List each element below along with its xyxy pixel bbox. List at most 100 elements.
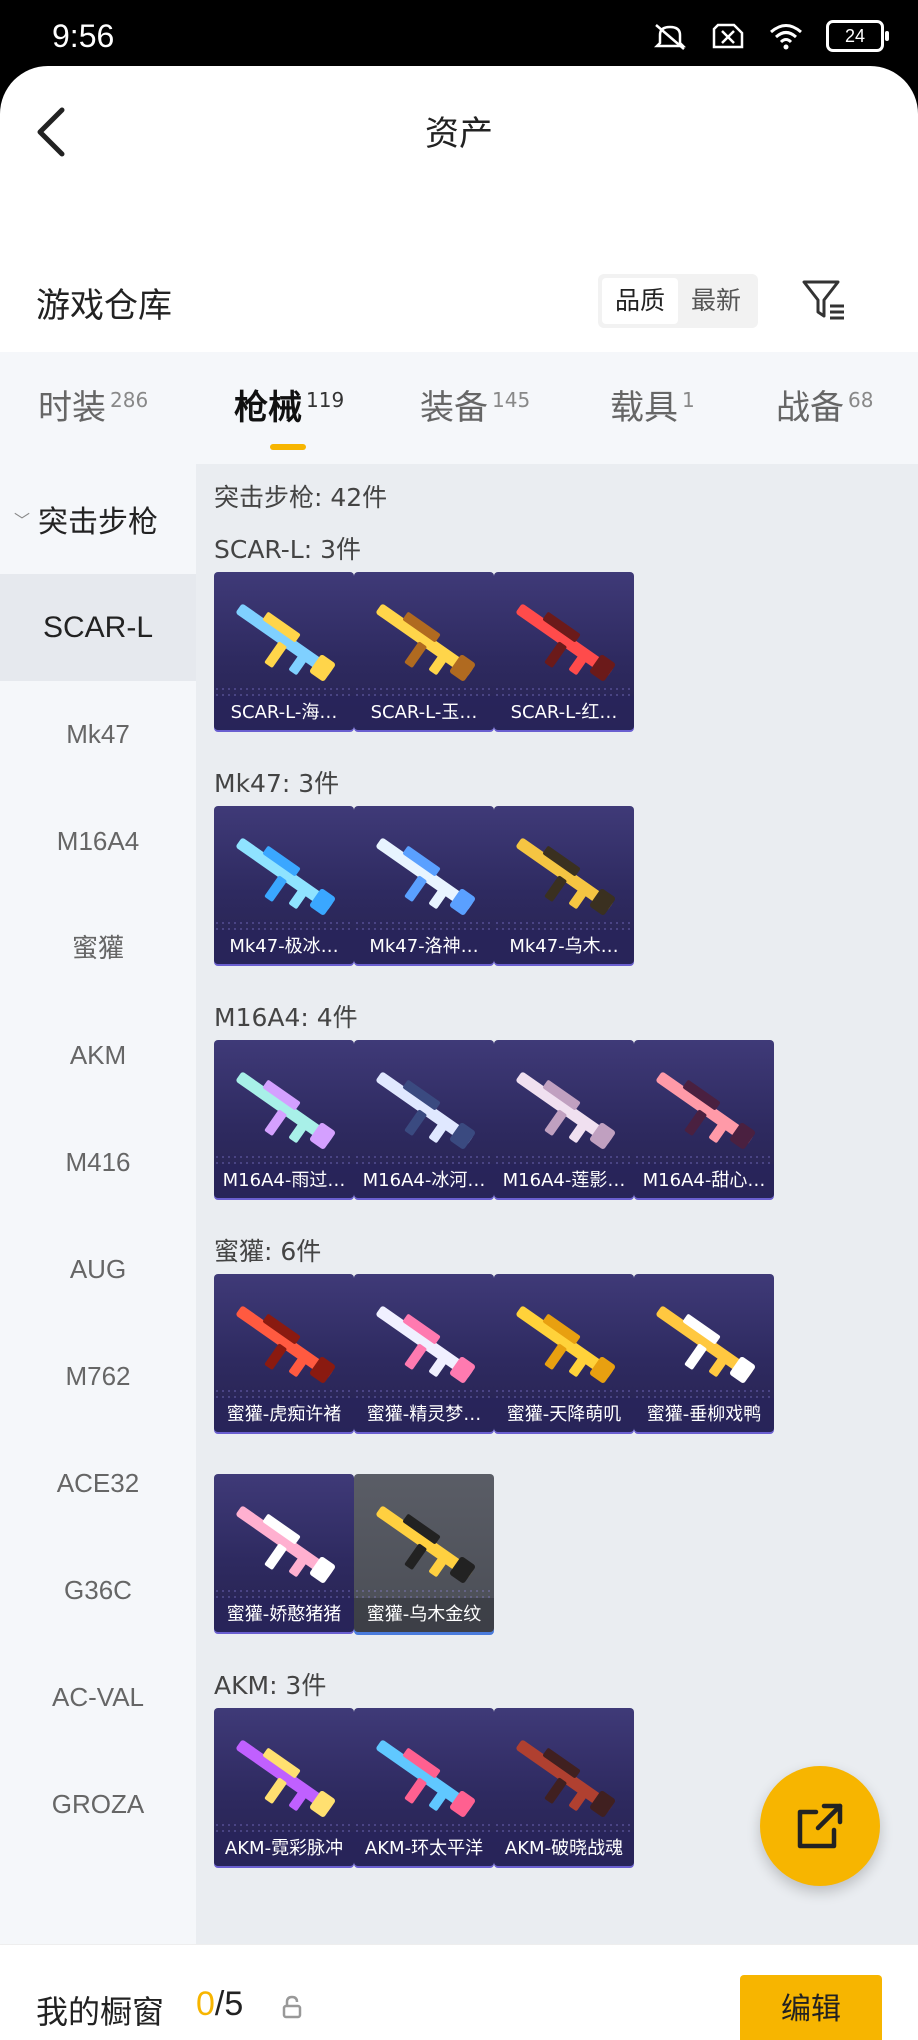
tab-count: 68 [848, 387, 874, 412]
weapon-card[interactable]: SCAR-L-海… [214, 572, 354, 730]
card-pattern [214, 1154, 354, 1164]
lock-icon [282, 1995, 302, 2019]
tab-combat-gear[interactable]: 战备 68 [776, 380, 873, 429]
tab-count: 119 [306, 387, 345, 412]
weapon-name: M16A4-甜心… [634, 1164, 774, 1198]
sidebar-item[interactable]: Mk47 [0, 681, 196, 788]
summary-label: 突击步枪: 42件 [214, 483, 388, 512]
showcase-count: 0/5 [196, 1985, 243, 2024]
weapon-skin-icon [376, 838, 476, 915]
sidebar-category-label: 突击步枪 [38, 505, 159, 540]
weapon-name: Mk47-极冰… [214, 930, 354, 964]
weapon-card[interactable]: 蜜獾-乌木金纹 [354, 1474, 494, 1632]
sidebar-item[interactable]: 蜜獾 [0, 895, 196, 1002]
tab-label: 时装 [38, 388, 106, 428]
weapon-name: M16A4-雨过… [214, 1164, 354, 1198]
weapon-card[interactable]: AKM-霓彩脉冲 [214, 1708, 354, 1866]
weapon-card[interactable]: SCAR-L-玉… [354, 572, 494, 730]
sidebar-item[interactable]: M416 [0, 1109, 196, 1216]
tab-count: 286 [110, 387, 149, 412]
page-title: 资产 [425, 114, 493, 154]
weapon-card[interactable]: 蜜獾-虎痴许褚 [214, 1274, 354, 1432]
weapon-card[interactable]: Mk47-洛神… [354, 806, 494, 964]
weapon-skin-icon [236, 604, 336, 681]
sidebar-item[interactable]: M16A4 [0, 788, 196, 895]
weapon-skin-icon [516, 604, 616, 681]
share-icon [797, 1803, 843, 1849]
sidebar-item[interactable]: SCAR-L [0, 574, 196, 681]
share-fab[interactable] [760, 1766, 880, 1886]
card-pattern [354, 1154, 494, 1164]
sidebar-item[interactable]: GROZA [0, 1751, 196, 1858]
weapon-card[interactable]: AKM-环太平洋 [354, 1708, 494, 1866]
tab-equipment[interactable]: 装备 145 [420, 380, 530, 429]
sidebar-category[interactable]: ﹀ 突击步枪 [0, 464, 196, 574]
weapon-name: AKM-破晓战魂 [494, 1832, 634, 1866]
weapon-card[interactable]: 蜜獾-娇憨猪猪 [214, 1474, 354, 1632]
tab-fashion[interactable]: 时装 286 [38, 380, 148, 429]
battery-indicator: 24 [826, 20, 889, 52]
weapon-skin-icon [516, 1306, 616, 1383]
weapon-skin-icon [516, 1740, 616, 1817]
section-label: M16A4: 4件 [214, 1003, 358, 1032]
weapon-card[interactable]: M16A4-雨过… [214, 1040, 354, 1198]
card-pattern [214, 1388, 354, 1398]
weapon-card[interactable]: 蜜獾-天降萌叽 [494, 1274, 634, 1432]
section-label: 蜜獾: 6件 [214, 1237, 322, 1266]
sidebar-item[interactable]: ACE32 [0, 1430, 196, 1537]
weapon-card[interactable]: AKM-破晓战魂 [494, 1708, 634, 1866]
weapon-name: 蜜獾-乌木金纹 [354, 1598, 494, 1632]
weapon-card[interactable]: Mk47-极冰… [214, 806, 354, 964]
sidebar-item[interactable]: G36C [0, 1537, 196, 1644]
card-pattern [494, 1822, 634, 1832]
weapon-card[interactable]: SCAR-L-红… [494, 572, 634, 730]
weapon-card[interactable]: Mk47-乌木… [494, 806, 634, 964]
card-pattern [354, 920, 494, 930]
weapon-card[interactable]: M16A4-甜心… [634, 1040, 774, 1198]
weapon-name: 蜜獾-天降萌叽 [494, 1398, 634, 1432]
sort-quality-button[interactable]: 品质 [602, 278, 678, 324]
tab-firearms[interactable]: 枪械 119 [234, 380, 344, 429]
sort-newest-button[interactable]: 最新 [678, 278, 754, 324]
weapon-card[interactable]: M16A4-莲影… [494, 1040, 634, 1198]
section-label: SCAR-L: 3件 [214, 535, 362, 564]
card-pattern [634, 1388, 774, 1398]
tab-label: 枪械 [234, 388, 302, 428]
sidebar-item[interactable]: M762 [0, 1323, 196, 1430]
chevron-down-icon: ﹀ [14, 511, 31, 530]
filter-icon[interactable] [800, 276, 848, 324]
weapon-skin-icon [656, 1306, 756, 1383]
showcase-total: /5 [214, 1985, 244, 2023]
status-bar: 9:56 24 [0, 0, 918, 70]
weapon-skin-icon [236, 1506, 336, 1583]
card-pattern [494, 686, 634, 696]
sidebar-item[interactable]: AUG [0, 1216, 196, 1323]
tab-label: 装备 [420, 388, 488, 428]
weapon-skin-icon [376, 1306, 476, 1383]
card-pattern [354, 1588, 494, 1598]
wifi-icon [770, 24, 802, 50]
weapon-name: SCAR-L-玉… [354, 696, 494, 730]
sidebar-item[interactable]: AC-VAL [0, 1644, 196, 1751]
weapon-skin-icon [236, 838, 336, 915]
card-pattern [354, 1822, 494, 1832]
weapon-card[interactable]: M16A4-冰河… [354, 1040, 494, 1198]
weapon-grid: 突击步枪: 42件 SCAR-L: 3件 SCAR-L-海… SCAR-L-玉… SC… [196, 464, 918, 1944]
sort-toggle: 品质 最新 [598, 274, 758, 328]
active-tab-indicator [270, 444, 306, 450]
category-tabs: 时装 286 枪械 119 装备 145 载具 1 战备 68 [0, 352, 918, 464]
tab-label: 载具 [610, 388, 678, 428]
weapon-name: SCAR-L-红… [494, 696, 634, 730]
tab-vehicles[interactable]: 载具 1 [610, 380, 695, 429]
weapon-card[interactable]: 蜜獾-精灵梦… [354, 1274, 494, 1432]
card-pattern [214, 920, 354, 930]
weapon-name: M16A4-莲影… [494, 1164, 634, 1198]
weapon-card[interactable]: 蜜獾-垂柳戏鸭 [634, 1274, 774, 1432]
weapon-skin-icon [376, 604, 476, 681]
weapon-skin-icon [376, 1740, 476, 1817]
sidebar-item[interactable]: AKM [0, 1002, 196, 1109]
card-pattern [494, 920, 634, 930]
showcase-bar: 我的橱窗 0/5 编辑 [0, 1944, 918, 2040]
edit-button[interactable]: 编辑 [740, 1975, 882, 2040]
no-sim-icon [712, 23, 744, 49]
